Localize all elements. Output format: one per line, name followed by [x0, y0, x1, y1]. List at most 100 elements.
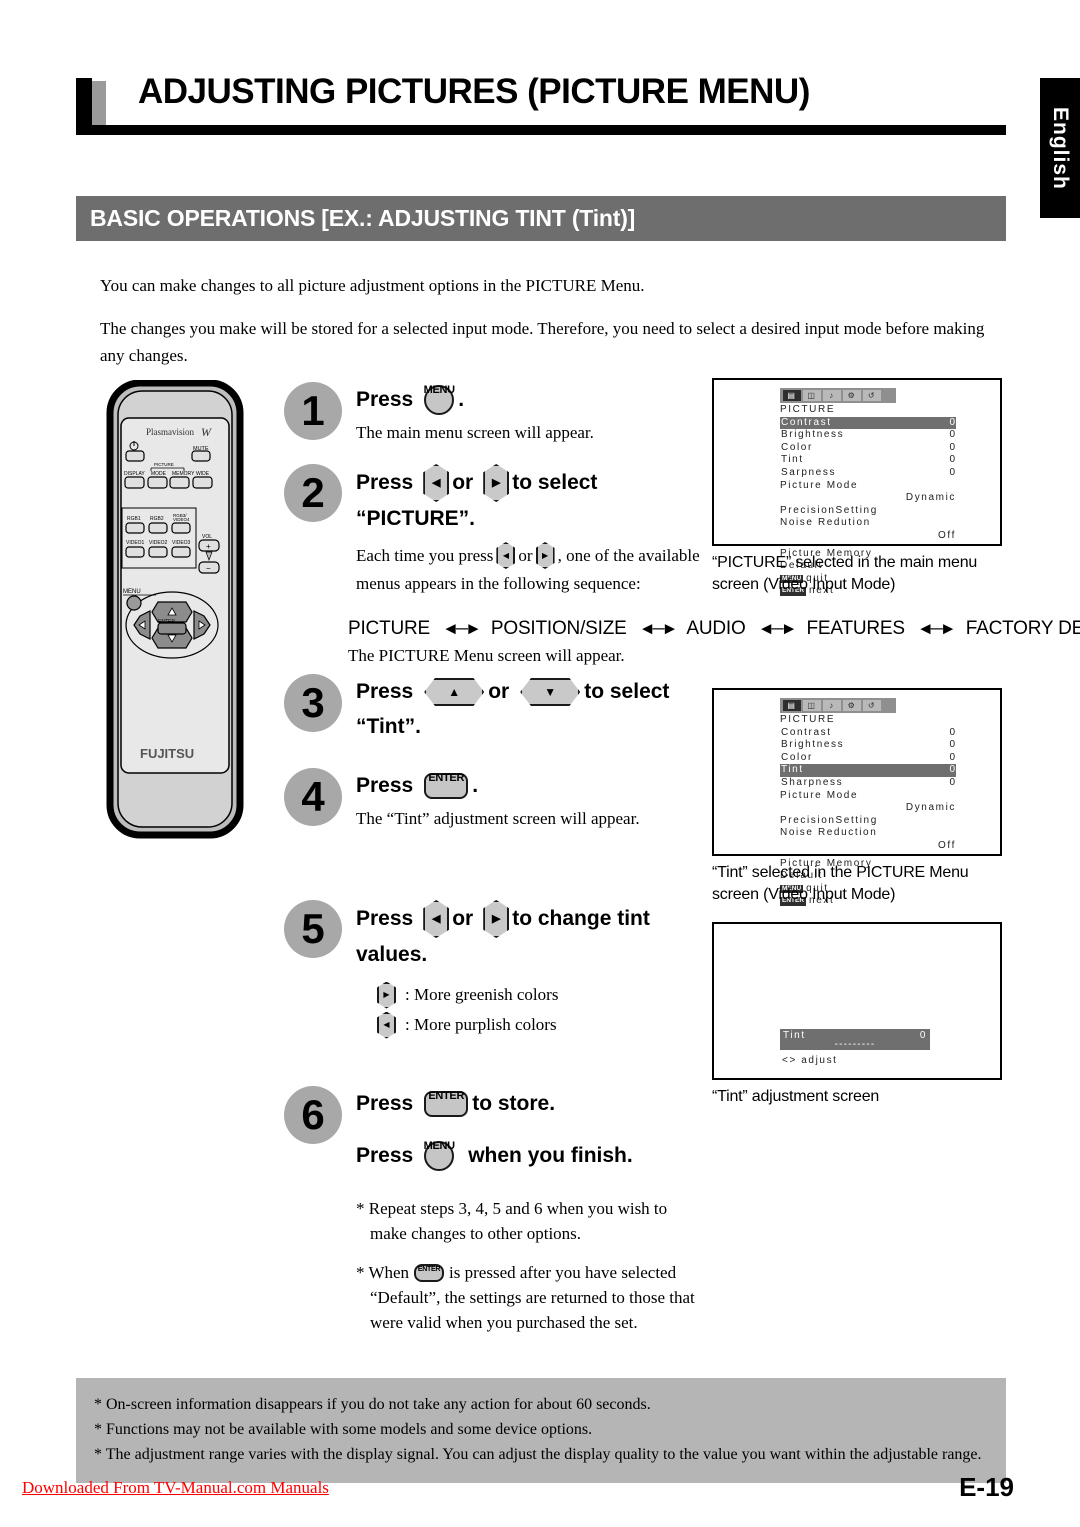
menu-button-icon[interactable]: MENU	[424, 1140, 455, 1171]
position-size-tab-icon[interactable]: ◫	[803, 390, 821, 401]
step-3: 3 Press ▲ or ▼ to select “Tint”.	[284, 674, 704, 762]
svg-text:VIDEO3: VIDEO3	[172, 540, 191, 546]
language-tab: English	[1040, 78, 1080, 218]
osd-2-tabbar: ▤ ◫ ♪ ⚙ ↺	[780, 698, 896, 713]
osd-1-row-contrast-label: Contrast	[781, 416, 832, 428]
osd-1-picture-mode-label[interactable]: Picture Mode	[780, 480, 956, 493]
features-tab-icon[interactable]: ⚙	[843, 390, 861, 401]
features-tab-icon[interactable]: ⚙	[843, 700, 861, 711]
up-arrow-button-icon[interactable]: ▲	[424, 678, 485, 706]
right-arrow-button-icon[interactable]: ▶	[483, 464, 510, 502]
section-band-label: BASIC OPERATIONS [EX.: ADJUSTING TINT (T…	[90, 205, 636, 231]
osd-2-row-tint-value: 0	[949, 764, 955, 776]
step-5-bullet-right: ▶ : More greenish colors	[374, 980, 704, 1010]
position-size-tab-icon[interactable]: ◫	[803, 700, 821, 711]
menu-seq-item-2: AUDIO	[686, 618, 746, 639]
step-6-press2-label: Press	[356, 1144, 414, 1167]
tint-adjust-label: Tint	[783, 1030, 806, 1041]
left-arrow-button-icon[interactable]: ◀	[423, 900, 450, 938]
step-6-note-2b: is pressed after you have selected	[449, 1263, 677, 1282]
osd-2-row-brightness-label: Brightness	[781, 739, 845, 751]
download-watermark[interactable]: Downloaded From TV-Manual.com Manuals	[22, 1478, 329, 1498]
step-5-heading-line2: values.	[356, 943, 428, 966]
osd-1-noise-reduction-label[interactable]: Noise Redution	[780, 517, 956, 530]
picture-tab-icon[interactable]: ▤	[783, 390, 801, 401]
audio-tab-icon[interactable]: ♪	[823, 390, 841, 401]
svg-text:PICTURE: PICTURE	[154, 462, 174, 467]
page-title: ADJUSTING PICTURES (PICTURE MENU)	[138, 72, 810, 111]
svg-text:−: −	[206, 564, 211, 573]
factory-default-tab-icon[interactable]: ↺	[863, 390, 881, 401]
tint-adjust-slider[interactable]: ---------	[783, 1040, 927, 1050]
step-1: 1 Press MENU . The main menu screen will…	[284, 382, 704, 452]
osd-1-row-sharpness[interactable]: Sarpness 0	[780, 467, 956, 480]
osd-1-row-color[interactable]: Color 0	[780, 442, 956, 455]
footer-note-3: * The adjustment range varies with the d…	[94, 1446, 982, 1463]
enter-inline-icon[interactable]: ENTER	[414, 1263, 445, 1282]
osd-2-caption: “Tint” selected in the PICTURE Menu scre…	[712, 862, 1012, 906]
enter-button-icon[interactable]: ENTER	[424, 772, 469, 799]
step-6-note-1-line1: * Repeat steps 3, 4, 5 and 6 when you wi…	[356, 1199, 668, 1218]
osd-3-caption: “Tint” adjustment screen	[712, 1086, 1012, 1108]
step-1-note: The main menu screen will appear.	[356, 423, 594, 442]
picture-tab-icon[interactable]: ▤	[783, 700, 801, 711]
osd-1-row-contrast[interactable]: Contrast 0	[780, 416, 956, 430]
step-6-finish-label: when you finish.	[468, 1144, 633, 1167]
osd-2-caption-line1: “Tint” selected in the PICTURE Menu	[712, 864, 969, 881]
step-2-or-label: or	[452, 471, 474, 494]
step-6-note-1-line2: make changes to other options.	[370, 1224, 582, 1243]
osd-2-row-sharpness-label: Sharpness	[781, 776, 844, 788]
osd-1-row-brightness[interactable]: Brightness 0	[780, 429, 956, 442]
page-number: E-19	[959, 1472, 1014, 1502]
tint-adjust-bar[interactable]: Tint 0 ---------	[780, 1029, 930, 1050]
osd-2-precision-setting[interactable]: PrecisionSetting	[780, 815, 956, 828]
step-3-heading: Press ▲ or ▼ to select	[356, 674, 704, 710]
down-arrow-button-icon[interactable]: ▼	[520, 678, 581, 706]
factory-default-tab-icon[interactable]: ↺	[863, 700, 881, 711]
step-3-press-label: Press	[356, 680, 414, 703]
step-5-or-label: or	[452, 907, 474, 930]
title-accent-black	[76, 78, 92, 128]
menu-button-icon[interactable]: MENU	[424, 384, 455, 415]
osd-2-row-color[interactable]: Color 0	[780, 752, 956, 765]
step-3-or-label: or	[488, 680, 510, 703]
step-2-note-a: Each time you press	[356, 546, 494, 565]
step-5-heading: Press ◀ or ▶ to change tint	[356, 900, 704, 938]
osd-2-noise-reduction-label[interactable]: Noise Reduction	[780, 827, 956, 840]
step-5-bullet-right-text: : More greenish colors	[405, 985, 559, 1004]
osd-1-row-tint[interactable]: Tint 0	[780, 454, 956, 467]
step-6-note-2a: * When	[356, 1263, 410, 1282]
step-6-heading-2: Press MENU when you finish.	[356, 1138, 704, 1174]
osd-2-row-sharpness[interactable]: Sharpness 0	[780, 777, 956, 790]
osd-1-row-tint-label: Tint	[781, 454, 804, 466]
left-arrow-button-icon[interactable]: ◀	[423, 464, 450, 502]
left-arrow-bullet-icon[interactable]: ◀	[377, 1011, 396, 1039]
right-arrow-inline-icon[interactable]: ▶	[535, 542, 555, 569]
step-1-number: 1	[284, 382, 342, 440]
audio-tab-icon[interactable]: ♪	[823, 700, 841, 711]
enter-button-icon[interactable]: ENTER	[424, 1090, 469, 1117]
step-3-heading-line2: “Tint”.	[356, 715, 421, 738]
step-6-heading: Press ENTER to store.	[356, 1086, 704, 1122]
osd-2-row-tint[interactable]: Tint 0	[780, 764, 956, 777]
osd-1-row-brightness-value: 0	[949, 429, 955, 441]
right-arrow-bullet-icon[interactable]: ▶	[377, 981, 396, 1009]
left-arrow-inline-icon[interactable]: ◀	[496, 542, 516, 569]
osd-1-precision-setting[interactable]: PrecisionSetting	[780, 505, 956, 518]
osd-1-row-color-label: Color	[781, 441, 813, 453]
step-6-note-2: * When ENTER is pressed after you have s…	[356, 1260, 704, 1335]
osd-2-picture-mode-value: Dynamic	[905, 802, 956, 814]
osd-2-row-brightness[interactable]: Brightness 0	[780, 739, 956, 752]
osd-2-row-contrast[interactable]: Contrast 0	[780, 727, 956, 740]
step-5: 5 Press ◀ or ▶ to change tint values. ▶ …	[284, 900, 704, 1050]
svg-text:RGB1: RGB1	[127, 516, 141, 522]
svg-text:DISPLAY: DISPLAY	[124, 471, 145, 477]
right-arrow-button-icon[interactable]: ▶	[483, 900, 510, 938]
step-4-period: .	[472, 774, 479, 797]
remote-control-svg: Plasmavision W MUTE PICTURE DISPLAY MODE…	[106, 379, 244, 839]
tint-adjust-value: 0	[919, 1030, 927, 1041]
step-2-note: Each time you press ◀ or ▶ , one of the …	[356, 542, 704, 569]
svg-text:RGB2: RGB2	[150, 516, 164, 522]
osd-2-picture-mode-label[interactable]: Picture Mode	[780, 790, 956, 803]
osd-1-caption-line2: screen (Video Input Mode)	[712, 576, 896, 593]
